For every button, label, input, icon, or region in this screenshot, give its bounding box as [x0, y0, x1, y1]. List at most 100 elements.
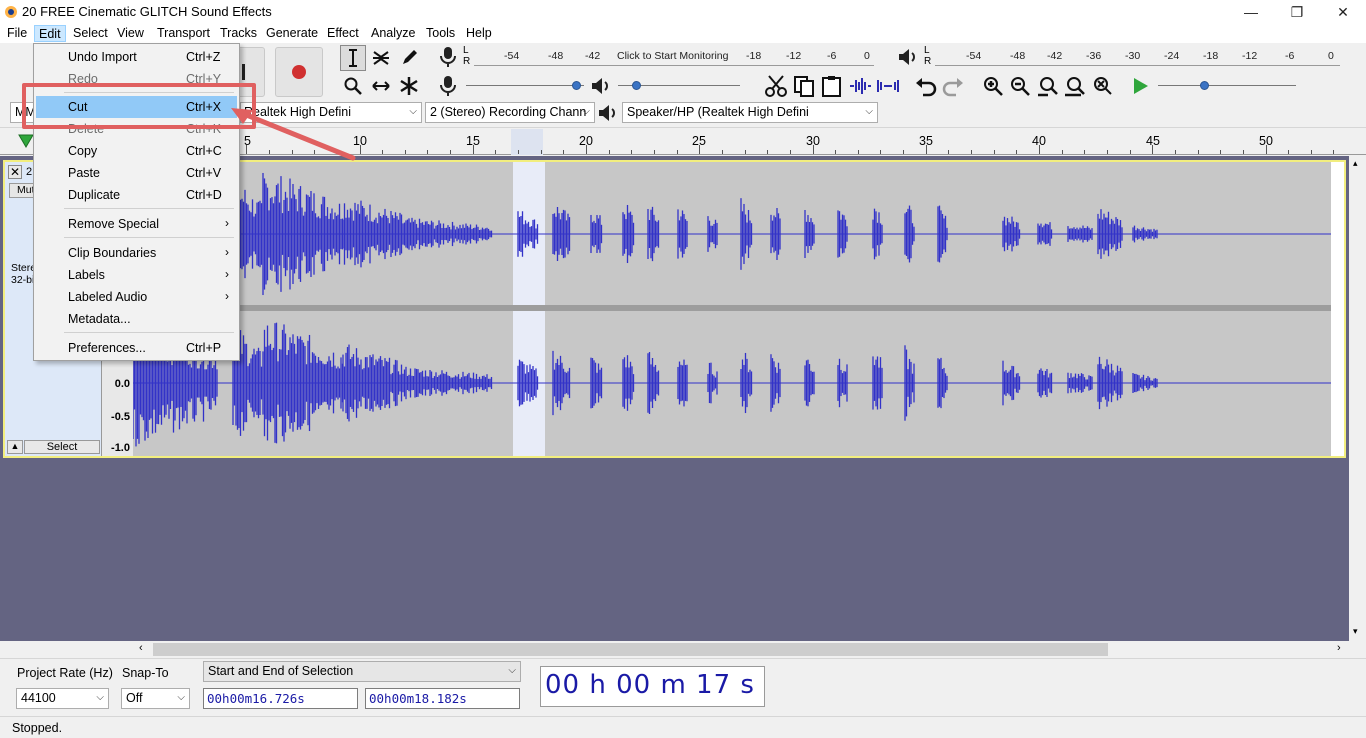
submenu-arrow-icon: › — [225, 267, 229, 281]
playback-device-select[interactable]: Speaker/HP (Realtek High Defini ⌵ — [622, 102, 878, 123]
ruler-tick — [925, 145, 927, 154]
menu-item-metadata[interactable]: Metadata... — [36, 308, 237, 330]
chevron-down-icon: ⌵ — [177, 692, 185, 703]
vertical-scrollbar[interactable]: ▴ ▾ — [1349, 156, 1366, 641]
zoom-out-icon[interactable] — [1009, 75, 1033, 97]
zoom-tool[interactable] — [340, 73, 366, 99]
menu-item-label: Remove Special — [68, 217, 160, 231]
audio-position-time[interactable]: 00 h 00 m 17 s — [540, 666, 765, 707]
waveform-area[interactable] — [133, 162, 1331, 456]
ruler-tick — [789, 150, 791, 154]
selection-tool[interactable] — [340, 45, 366, 71]
menu-tracks[interactable]: Tracks — [216, 25, 261, 42]
ruler-tick — [540, 150, 542, 154]
collapse-icon[interactable]: ▲ — [7, 440, 23, 454]
ruler-tick — [721, 150, 723, 154]
menu-generate[interactable]: Generate — [262, 25, 322, 42]
scroll-up-icon[interactable]: ▴ — [1353, 158, 1358, 169]
microphone-icon[interactable] — [438, 46, 458, 68]
menu-item-preferences[interactable]: Preferences... Ctrl+P — [36, 337, 237, 359]
menu-item-remove-special[interactable]: Remove Special › — [36, 213, 237, 235]
selection-mode-select[interactable]: Start and End of Selection ⌵ — [203, 661, 521, 682]
submenu-arrow-icon: › — [225, 216, 229, 230]
menu-item-duplicate[interactable]: Duplicate Ctrl+D — [36, 184, 237, 206]
close-icon[interactable]: ✕ — [1320, 0, 1366, 24]
minimize-icon[interactable]: — — [1228, 0, 1274, 24]
menu-item-labeled-audio[interactable]: Labeled Audio › — [36, 286, 237, 308]
paste-icon[interactable] — [820, 74, 844, 98]
record-meter-tick: -54 — [504, 50, 520, 62]
menu-view[interactable]: View — [113, 25, 148, 42]
draw-tool[interactable] — [396, 45, 422, 71]
restore-icon[interactable]: ❐ — [1274, 0, 1320, 24]
selection-start-time[interactable]: 00h00m16.726s — [203, 688, 358, 709]
silence-audio-icon[interactable] — [876, 76, 900, 96]
horizontal-scrollbar[interactable]: ‹ › — [137, 641, 1349, 658]
menu-item-copy[interactable]: Copy Ctrl+C — [36, 140, 237, 162]
ruler-tick — [1220, 150, 1222, 154]
record-meter[interactable]: -54 -48 -42 Click to Start Monitoring -1… — [474, 45, 874, 69]
menu-help[interactable]: Help — [462, 25, 496, 42]
speaker-icon[interactable] — [897, 47, 919, 67]
playback-device-value: Speaker/HP (Realtek High Defini — [627, 105, 809, 119]
status-text: Stopped. — [12, 721, 63, 735]
menu-file[interactable]: File — [3, 25, 31, 42]
ruler-tick — [744, 150, 746, 154]
menu-edit[interactable]: Edit — [34, 25, 66, 42]
ruler-tick — [586, 145, 587, 154]
menu-item-undo[interactable]: Undo Import Ctrl+Z — [36, 46, 237, 68]
play-at-speed-icon[interactable] — [1130, 76, 1150, 96]
recording-volume-slider[interactable] — [466, 77, 584, 93]
scroll-down-icon[interactable]: ▾ — [1353, 626, 1358, 637]
record-button[interactable] — [275, 47, 323, 97]
project-rate-select[interactable]: 44100 ⌵ — [16, 688, 109, 709]
multi-tool[interactable] — [396, 73, 422, 99]
menu-effect[interactable]: Effect — [323, 25, 363, 42]
selection-end-time[interactable]: 00h00m18.182s — [365, 688, 520, 709]
scroll-right-icon[interactable]: › — [1337, 642, 1341, 654]
menu-tools[interactable]: Tools — [422, 25, 459, 42]
zoom-toggle-icon[interactable] — [1090, 75, 1114, 97]
play-speed-slider[interactable] — [1158, 77, 1296, 93]
playback-meter-tick: -30 — [1125, 50, 1141, 62]
fit-project-icon[interactable] — [1063, 75, 1087, 97]
redo-icon[interactable] — [941, 75, 965, 97]
window-title: 20 FREE Cinematic GLITCH Sound Effects — [22, 4, 272, 19]
menu-select[interactable]: Select — [69, 25, 112, 42]
track-name[interactable]: 2 — [26, 166, 32, 178]
menu-separator — [64, 237, 234, 238]
menu-analyze[interactable]: Analyze — [367, 25, 419, 42]
selection-start-value: 00h00m16.726s — [207, 691, 305, 706]
snap-to-value: Off — [126, 691, 143, 705]
close-track-icon[interactable]: ✕ — [8, 165, 22, 179]
recording-channels-select[interactable]: 2 (Stereo) Recording Chann ⌵ — [425, 102, 595, 123]
menu-item-clip-boundaries[interactable]: Clip Boundaries › — [36, 242, 237, 264]
menu-transport[interactable]: Transport — [153, 25, 214, 42]
menu-separator — [64, 208, 234, 209]
monitoring-prompt[interactable]: Click to Start Monitoring — [617, 50, 728, 62]
menu-item-label: Clip Boundaries — [68, 246, 157, 260]
waveform — [133, 172, 1331, 447]
menu-item-paste[interactable]: Paste Ctrl+V — [36, 162, 237, 184]
playback-volume-slider[interactable] — [618, 77, 740, 93]
envelope-tool[interactable] — [368, 45, 394, 71]
menu-separator — [64, 332, 234, 333]
menu-item-label: Duplicate — [68, 188, 121, 202]
undo-icon[interactable] — [914, 75, 938, 97]
play-head-icon — [18, 134, 34, 148]
time-shift-tool[interactable] — [368, 73, 394, 99]
scrollbar-thumb[interactable] — [153, 643, 1108, 656]
trim-audio-icon[interactable] — [848, 76, 872, 96]
select-button[interactable]: Select — [24, 440, 100, 454]
fit-selection-icon[interactable] — [1036, 75, 1060, 97]
copy-icon[interactable] — [792, 74, 816, 98]
menu-item-labels[interactable]: Labels › — [36, 264, 237, 286]
snap-to-select[interactable]: Off ⌵ — [121, 688, 190, 709]
audacity-icon — [5, 6, 17, 18]
meter-left-label: L — [924, 45, 930, 56]
zoom-in-icon[interactable] — [982, 75, 1006, 97]
scroll-left-icon[interactable]: ‹ — [139, 642, 143, 654]
cut-icon[interactable] — [764, 74, 788, 98]
ruler-tick — [1016, 150, 1018, 154]
playback-meter[interactable]: -54 -48 -42 -36 -30 -24 -18 -12 -6 0 — [935, 45, 1340, 69]
